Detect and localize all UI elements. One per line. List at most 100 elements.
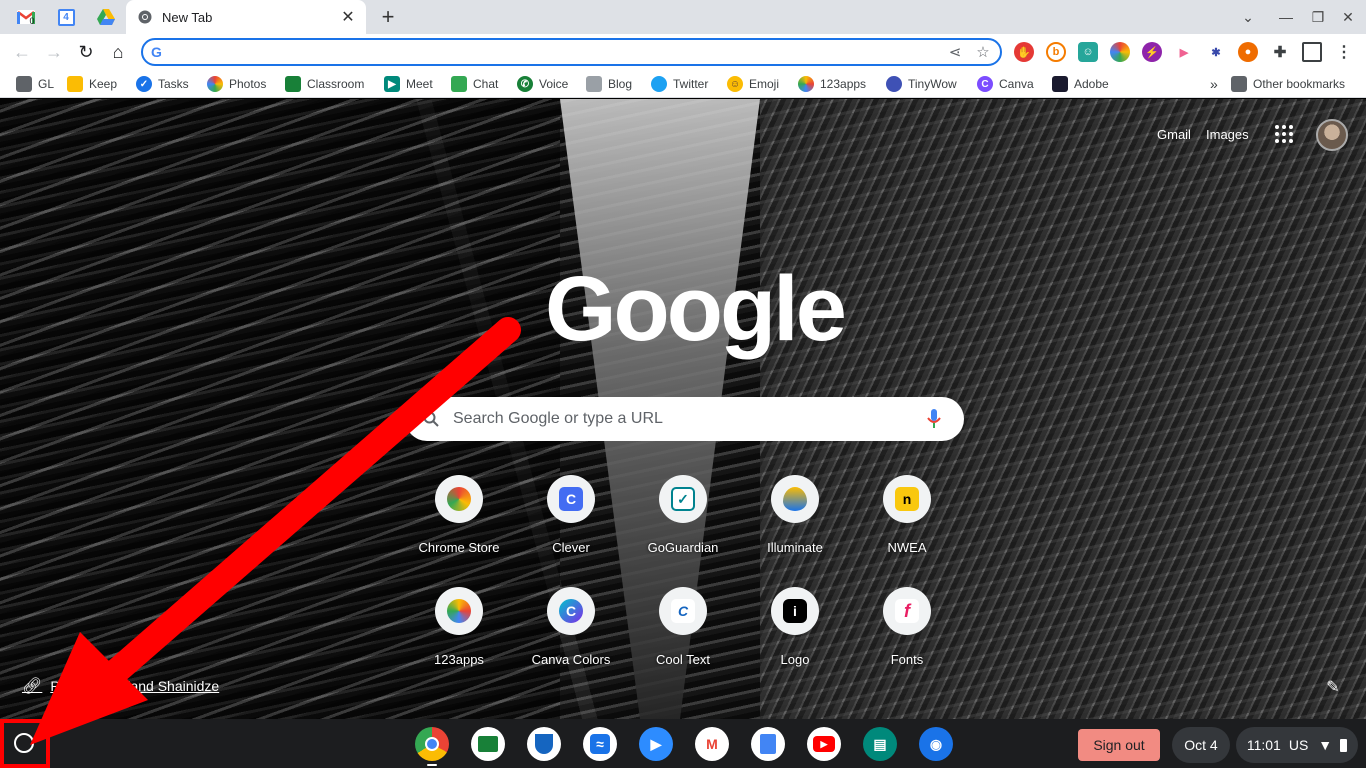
bookmark-label: Photos — [229, 77, 267, 91]
forward-icon[interactable]: → — [42, 40, 66, 64]
close-tab-icon[interactable]: ✕ — [338, 7, 358, 27]
extension-b-icon[interactable]: b — [1046, 42, 1066, 62]
shortcut-label: Fonts — [890, 652, 924, 667]
shortcut-clever[interactable]: C Clever — [521, 475, 621, 575]
shelf-gmail-icon[interactable]: M — [695, 727, 729, 761]
input-locale: US — [1288, 737, 1309, 753]
status-tray[interactable]: 11:01 US ▼ — [1236, 727, 1358, 763]
extension-screencast-icon[interactable]: ▶ — [1174, 42, 1194, 62]
shelf-zoom-icon[interactable]: ▶ — [639, 727, 673, 761]
bookmark-canva[interactable]: C Canva — [977, 74, 1034, 94]
bookmark-label: Blog — [608, 77, 633, 91]
microphone-icon[interactable] — [922, 407, 946, 431]
google-apps-icon[interactable] — [1275, 125, 1293, 143]
maximize-icon[interactable]: ❐ — [1308, 7, 1328, 27]
meet-icon: ▶ — [384, 76, 400, 92]
sign-out-button[interactable]: Sign out — [1078, 729, 1160, 761]
shortcut-goguardian[interactable]: ✓ GoGuardian — [633, 475, 733, 575]
extension-color-icon[interactable] — [1110, 42, 1130, 62]
shelf-sheets-icon[interactable]: ≈ — [583, 727, 617, 761]
bookmarks-bar: GL Keep ✓ Tasks Photos Classroom ▶ Meet Ch… — [0, 70, 1366, 98]
pinned-tab-gmail[interactable]: 0 — [8, 4, 44, 30]
bookmark-voice[interactable]: ✆ Voice — [517, 74, 568, 94]
bookmark-label: TinyWow — [908, 77, 957, 91]
shortcut-nwea[interactable]: n NWEA — [857, 475, 957, 575]
pinned-tab-drive[interactable] — [88, 4, 124, 30]
gmail-link[interactable]: Gmail — [1157, 127, 1191, 142]
folder-icon — [1231, 76, 1247, 92]
shortcut-123apps[interactable]: 123apps — [409, 587, 509, 687]
bookmark-tinywow[interactable]: TinyWow — [886, 74, 957, 94]
emoji-icon: ☺ — [727, 76, 743, 92]
shelf-chrome-icon[interactable] — [415, 727, 449, 761]
bookmark-star-icon[interactable]: ☆ — [972, 41, 994, 63]
keep-icon — [67, 76, 83, 92]
extension-avatar-icon[interactable]: ● — [1238, 42, 1258, 62]
extensions-puzzle-icon[interactable]: ✚ — [1270, 42, 1290, 62]
bookmark-123apps[interactable]: 123apps — [798, 74, 866, 94]
bookmark-chat[interactable]: Chat — [451, 74, 498, 94]
shortcut-logo[interactable]: i Logo — [745, 587, 845, 687]
shelf-camera-icon[interactable]: ◉ — [919, 727, 953, 761]
account-avatar[interactable] — [1316, 119, 1348, 151]
shelf-slides-addon-icon[interactable]: ▤ — [863, 727, 897, 761]
tinywow-icon — [886, 76, 902, 92]
shortcut-chrome-store[interactable]: Chrome Store — [409, 475, 509, 575]
gmail-badge: 0 — [29, 16, 35, 26]
bookmark-keep[interactable]: Keep — [67, 74, 117, 94]
bookmark-gl[interactable]: GL — [16, 74, 54, 94]
bookmark-label: Meet — [406, 77, 433, 91]
pinned-tab-calendar[interactable]: 4 — [48, 4, 84, 30]
adobe-icon — [1052, 76, 1068, 92]
shelf-security-icon[interactable] — [527, 727, 561, 761]
omnibox[interactable]: G ⋖ ☆ — [141, 38, 1002, 66]
shelf-classroom-icon[interactable] — [471, 727, 505, 761]
reload-icon[interactable]: ↻ — [74, 40, 98, 64]
tab-search-icon[interactable]: ⌄ — [1238, 7, 1258, 27]
bookmark-meet[interactable]: ▶ Meet — [384, 74, 433, 94]
bookmark-emoji[interactable]: ☺ Emoji — [727, 74, 779, 94]
shelf-docs-icon[interactable] — [751, 727, 785, 761]
photo-credit-link[interactable]: 🔗︎ Photo by Roland Shainidze — [22, 676, 219, 696]
shortcut-illuminate[interactable]: Illuminate — [745, 475, 845, 575]
bookmark-tasks[interactable]: ✓ Tasks — [136, 74, 189, 94]
extension-bolt-icon[interactable]: ⚡ — [1142, 42, 1162, 62]
new-tab-button[interactable]: + — [376, 4, 400, 29]
date-tray[interactable]: Oct 4 — [1172, 727, 1230, 763]
shortcut-label: Chrome Store — [418, 540, 500, 555]
new-tab-page: Gmail Images Google Search Google or typ… — [0, 99, 1366, 719]
shortcut-cool-text[interactable]: C Cool Text — [633, 587, 733, 687]
shortcut-canva-colors[interactable]: C Canva Colors — [521, 587, 621, 687]
home-icon[interactable]: ⌂ — [106, 40, 130, 64]
bookmark-label: 123apps — [820, 77, 867, 91]
back-icon[interactable]: ← — [10, 40, 34, 64]
tab-new-tab[interactable]: New Tab ✕ — [126, 0, 366, 34]
omnibox-input[interactable] — [169, 42, 944, 62]
side-panel-icon[interactable] — [1302, 42, 1322, 62]
minimize-icon[interactable]: — — [1276, 7, 1296, 27]
extension-adblock-icon[interactable]: ✋ — [1014, 42, 1034, 62]
shelf-youtube-icon[interactable]: ▶ — [807, 727, 841, 761]
battery-icon — [1340, 738, 1348, 752]
extension-reader-icon[interactable]: ☺ — [1078, 42, 1098, 62]
photos-icon — [207, 76, 223, 92]
customize-pencil-icon[interactable]: ✎ — [1322, 676, 1344, 698]
close-window-icon[interactable]: ✕ — [1338, 7, 1358, 27]
extension-gear-icon[interactable]: ✱ — [1206, 42, 1226, 62]
shortcut-label: NWEA — [887, 540, 927, 555]
other-bookmarks[interactable]: Other bookmarks — [1231, 74, 1345, 94]
bookmark-twitter[interactable]: Twitter — [651, 74, 708, 94]
calendar-date: 4 — [63, 11, 69, 23]
menu-kebab-icon[interactable]: ⋮ — [1334, 42, 1354, 62]
bookmark-photos[interactable]: Photos — [207, 74, 266, 94]
bookmark-blog[interactable]: Blog — [586, 74, 632, 94]
bookmark-classroom[interactable]: Classroom — [285, 74, 364, 94]
shortcut-label: GoGuardian — [647, 540, 719, 555]
ntp-search-box[interactable]: Search Google or type a URL — [405, 397, 964, 441]
bookmarks-overflow-button[interactable]: » — [1210, 74, 1218, 94]
shortcut-fonts[interactable]: f Fonts — [857, 587, 957, 687]
images-link[interactable]: Images — [1206, 127, 1249, 142]
bookmark-adobe[interactable]: Adobe — [1052, 74, 1109, 94]
apps123-icon — [798, 76, 814, 92]
share-icon[interactable]: ⋖ — [944, 41, 966, 63]
